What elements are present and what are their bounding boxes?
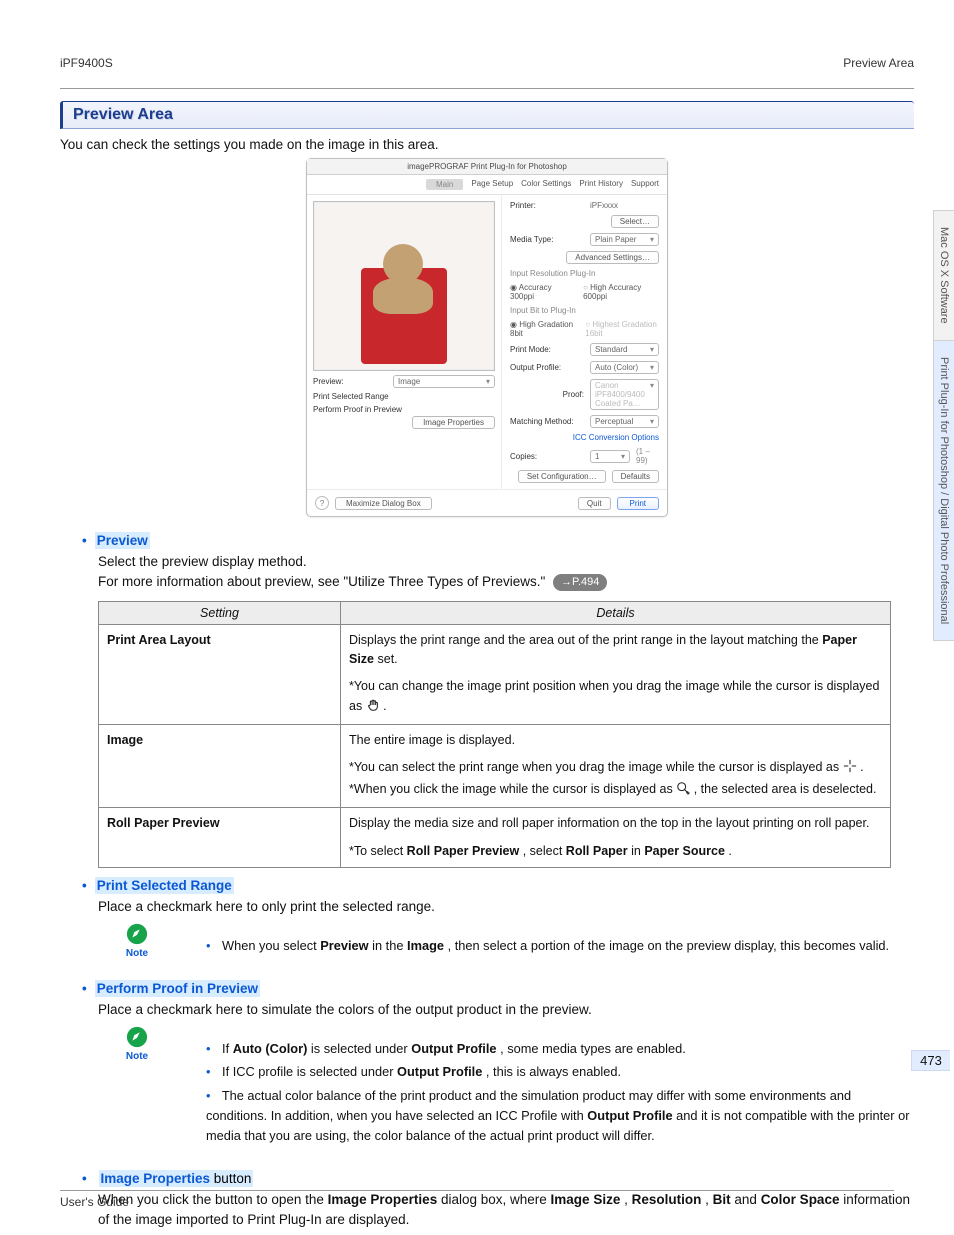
set-configuration-button[interactable]: Set Configuration… [518,470,606,483]
group-input-resolution: Input Resolution Plug-In [510,269,659,278]
maximize-dialog-button[interactable]: Maximize Dialog Box [335,497,432,510]
side-tab-plugin[interactable]: Print Plug-In for Photoshop / Digital Ph… [933,340,954,641]
item-print-selected-title: Print Selected Range [95,877,234,894]
preview-thumbnail [313,201,495,371]
print-button[interactable]: Print [617,497,659,510]
preview-select[interactable]: Image [393,375,495,388]
item-proof-title: Perform Proof in Preview [95,980,260,997]
tab-print-history[interactable]: Print History [579,179,623,190]
footer-text: User's Guide [60,1190,894,1209]
copies-label: Copies: [510,452,584,461]
matching-method-label: Matching Method: [510,417,584,426]
note-pencil-icon [126,1026,148,1048]
help-icon[interactable]: ? [315,496,329,510]
app-screenshot: imagePROGRAF Print Plug-In for Photoshop… [306,158,668,517]
section-title-text: Preview Area [73,106,904,124]
row-print-area-layout-details: Displays the print range and the area ou… [341,624,891,725]
row-roll-paper-key: Roll Paper Preview [99,808,341,868]
print-mode-label: Print Mode: [510,345,584,354]
printer-value: iPFxxxx [590,201,659,210]
tab-bar: Main Page Setup Color Settings Print His… [307,175,667,195]
link-perform-proof[interactable]: Perform Proof in Preview [313,405,495,414]
note-box-1: Note When you select Preview in the Imag… [120,923,914,972]
preview-label: Preview: [313,377,387,386]
printer-select-button[interactable]: Select… [611,215,659,228]
output-profile-select[interactable]: Auto (Color) [590,361,659,374]
tab-color-settings[interactable]: Color Settings [521,179,571,190]
note-box-2: Note If Auto (Color) is selected under O… [120,1026,914,1163]
row-image-details: The entire image is displayed. *You can … [341,725,891,808]
item-imgprop-title-strong: Image Properties [101,1171,211,1186]
printer-label: Printer: [510,201,584,210]
radio-accuracy-300[interactable]: Accuracy 300ppi [510,283,571,301]
icc-options-link[interactable]: ICC Conversion Options [510,433,659,442]
item-proof-body: Place a checkmark here to simulate the c… [98,1000,914,1020]
th-details: Details [341,601,891,624]
row-image-key: Image [99,725,341,808]
group-input-bit: Input Bit to Plug-In [510,306,659,315]
output-profile-label: Output Profile: [510,363,584,372]
preview-settings-table: Setting Details Print Area Layout Displa… [98,601,891,868]
tab-page-setup[interactable]: Page Setup [471,179,513,190]
proof-label: Proof: [510,390,584,399]
th-setting: Setting [99,601,341,624]
item-print-selected-body: Place a checkmark here to only print the… [98,897,914,917]
item-preview-title: Preview [95,532,150,549]
row-print-area-layout-key: Print Area Layout [99,624,341,725]
link-print-selected-range[interactable]: Print Selected Range [313,392,495,401]
defaults-button[interactable]: Defaults [612,470,659,483]
note-pencil-icon [126,923,148,945]
product-name: iPF9400S [60,56,113,70]
item-preview-body-1: Select the preview display method. [98,552,914,572]
copies-input[interactable]: 1 [590,450,630,463]
advanced-settings-button[interactable]: Advanced Settings… [566,251,659,264]
item-preview-body-2: For more information about preview, see … [98,574,549,589]
side-tab-os[interactable]: Mac OS X Software [933,210,954,340]
section-title: Preview Area [60,101,914,129]
page-number: 473 [911,1050,950,1071]
image-properties-button[interactable]: Image Properties [412,416,495,429]
media-type-label: Media Type: [510,235,584,244]
magnifier-minus-icon [676,781,690,801]
window-title: imagePROGRAF Print Plug-In for Photoshop [307,159,667,175]
copies-range: (1 – 99) [636,447,659,465]
radio-accuracy-600[interactable]: High Accuracy 600ppi [583,283,659,301]
radio-16bit: Highest Gradation 16bit [585,320,659,338]
print-mode-select[interactable]: Standard [590,343,659,356]
proof-select: Canon iPF8400/9400 Coated Pa… [590,379,659,410]
crosshair-cursor-icon [843,759,857,779]
intro-text: You can check the settings you made on t… [60,137,914,152]
tab-support[interactable]: Support [631,179,659,190]
hand-cursor-icon [366,698,380,718]
matching-method-select[interactable]: Perceptual [590,415,659,428]
section-name-top: Preview Area [843,56,914,70]
quit-button[interactable]: Quit [578,497,611,510]
row-roll-paper-details: Display the media size and roll paper in… [341,808,891,868]
item-imgprop-title-rest: button [210,1171,251,1186]
tab-main[interactable]: Main [426,179,463,190]
page-ref-494[interactable]: →P.494 [553,574,607,591]
side-tabs: Mac OS X Software Print Plug-In for Phot… [933,210,954,641]
radio-8bit[interactable]: High Gradation 8bit [510,320,573,338]
media-type-select[interactable]: Plain Paper [590,233,659,246]
